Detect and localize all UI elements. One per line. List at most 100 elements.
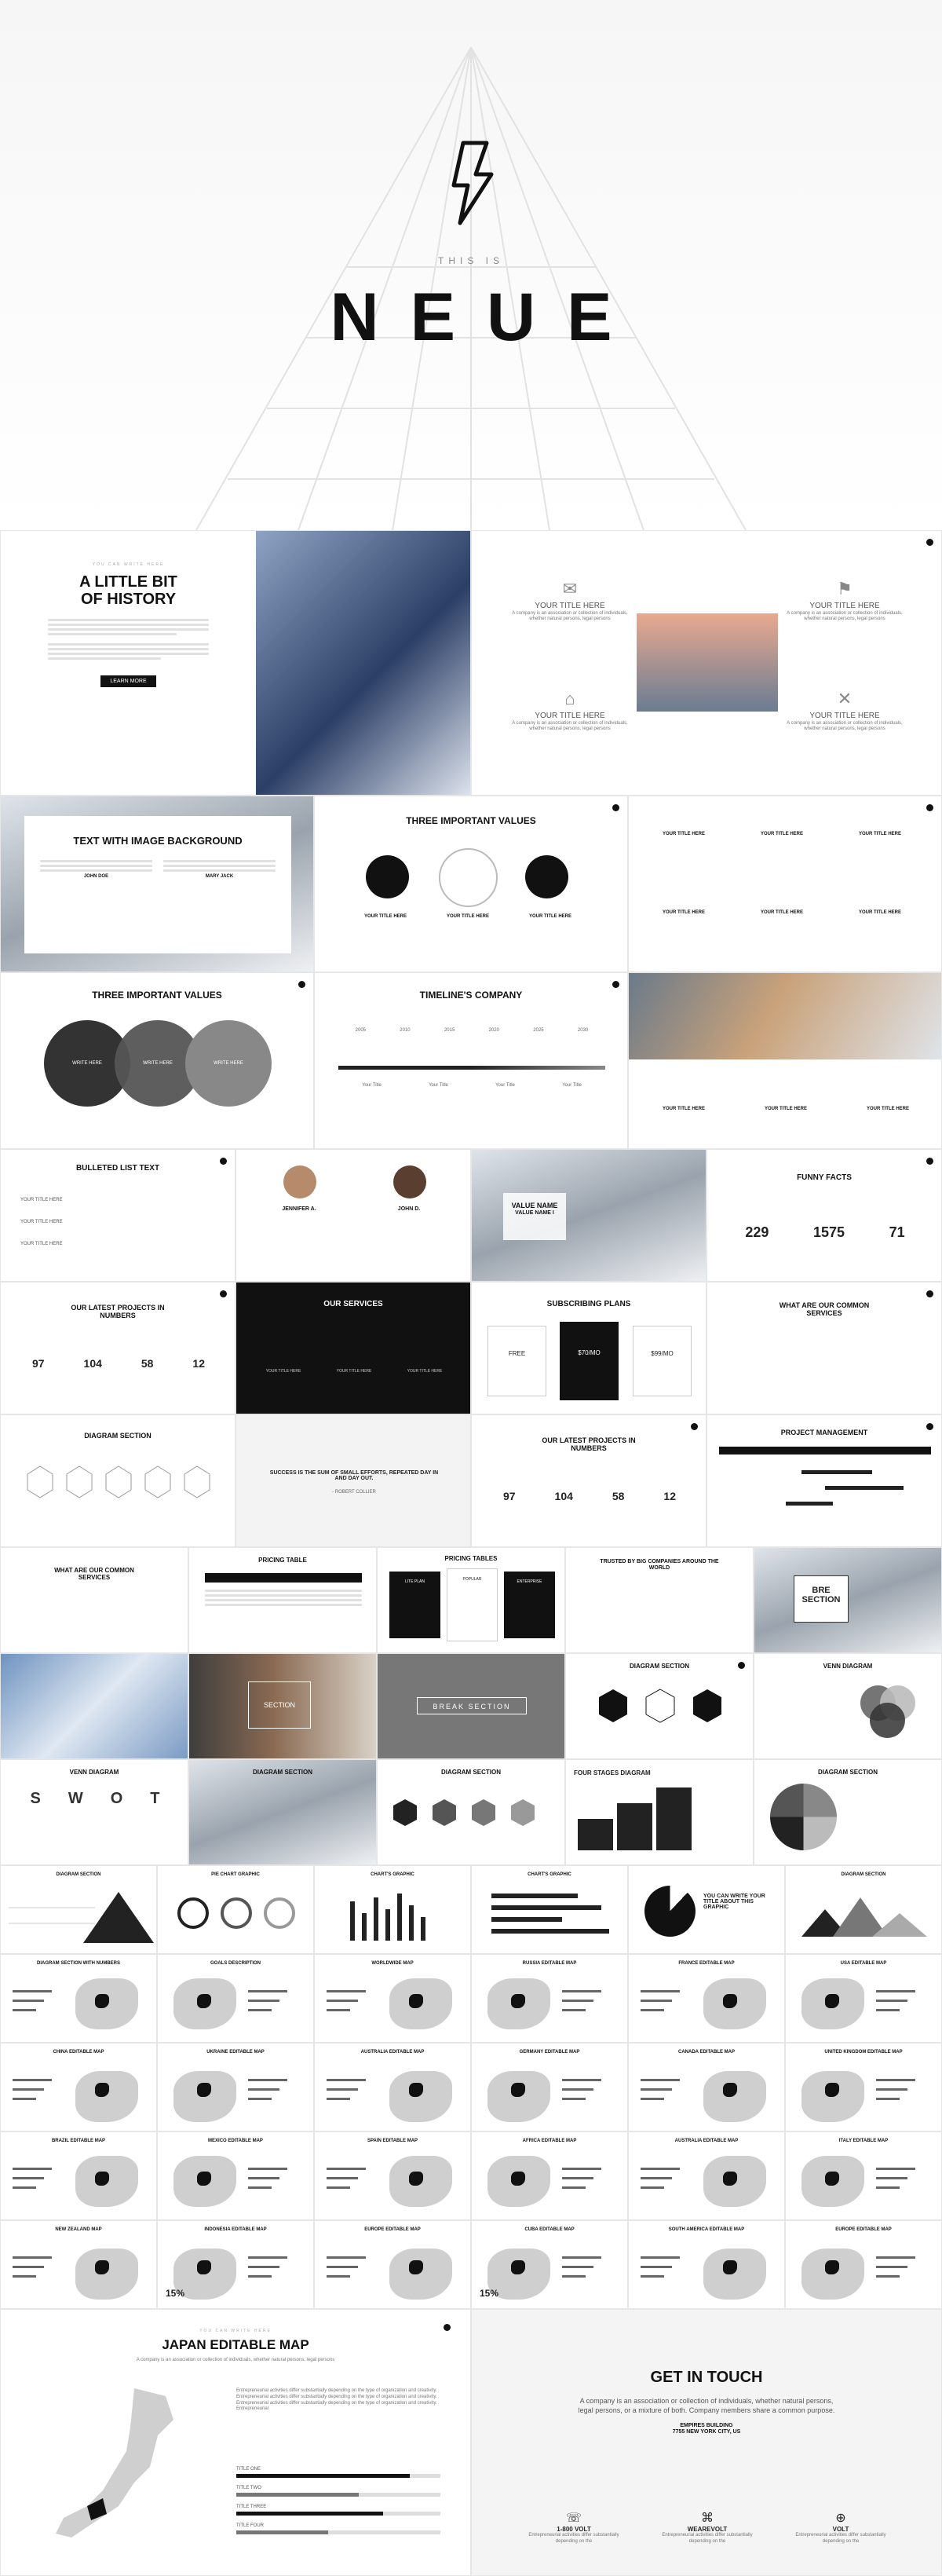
project-mgmt-title: PROJECT MANAGEMENT [780, 1429, 868, 1436]
map-highlight [95, 1994, 109, 2008]
map-legend-bar [562, 2186, 586, 2189]
map-legend-bar [562, 2177, 593, 2179]
map-legend-bar [248, 1990, 287, 1992]
body-3: A company is an association or collectio… [787, 610, 903, 622]
value-name: VALUE NAME [511, 1202, 558, 1209]
diagram-pie-slide: DIAGRAM SECTION [754, 1759, 942, 1865]
japan-bar-track [236, 2530, 440, 2534]
map-legend-bar [13, 2266, 44, 2268]
swot-w: W [68, 1790, 83, 1807]
three-values-slide: THREE IMPORTANT VALUES YOUR TITLE HERE Y… [314, 796, 628, 972]
number-4: 12 [192, 1357, 205, 1370]
map-legend-bar [641, 2266, 672, 2268]
chart-title-1: DIAGRAM SECTION [56, 1872, 101, 1877]
fact-1: 229 [745, 1224, 769, 1240]
projects-numbers-slide-2: OUR LATEST PROJECTS IN NUMBERS 97 104 58 12 [471, 1414, 706, 1547]
map-title: AUSTRALIA EDITABLE MAP [674, 2139, 739, 2143]
map-legend-bar [13, 2177, 44, 2179]
map-legend-bar [876, 2009, 900, 2011]
plans-title: SUBSCRIBING PLANS [546, 1300, 631, 1308]
japan-bar-label: TITLE FOUR [236, 2523, 265, 2528]
quote-slide: SUCCESS IS THE SUM OF SMALL EFFORTS, REP… [236, 1414, 471, 1547]
map-title: UKRAINE EDITABLE MAP [206, 2050, 265, 2055]
projects-title-2: OUR LATEST PROJECTS IN NUMBERS [542, 1436, 636, 1452]
map-slide: SOUTH AMERICA EDITABLE MAP [628, 2220, 785, 2309]
map-legend-bar [248, 2186, 272, 2189]
grid-label-1: YOUR TITLE HERE [662, 832, 705, 836]
map-legend-bar [641, 2177, 672, 2179]
tools-icon: ✕ [837, 689, 853, 708]
title-1: YOUR TITLE HERE [535, 601, 605, 610]
map-legend-bar [13, 2275, 36, 2278]
map-title: WORLDWIDE MAP [371, 1961, 414, 1966]
chart-slide-6: DIAGRAM SECTION [785, 1865, 942, 1954]
japan-bar-fill [236, 2493, 359, 2497]
services-title: OUR SERVICES [323, 1300, 383, 1308]
learn-more-button[interactable]: LEARN MORE [100, 675, 156, 687]
japan-bar-track [236, 2493, 440, 2497]
trusted-slide: TRUSTED BY BIG COMPANIES AROUND THE WORL… [565, 1547, 754, 1653]
timeline-item: Your Title [362, 1083, 382, 1088]
map-legend-bar [876, 2256, 915, 2259]
photo-titles-slide: YOUR TITLE HERE YOUR TITLE HERE YOUR TIT… [628, 972, 942, 1149]
map-shape [389, 2071, 452, 2122]
map-legend-bar [13, 2088, 44, 2091]
map-legend-bar [327, 2000, 358, 2002]
services-slide: OUR SERVICES YOUR TITLE HERE YOUR TITLE H… [236, 1282, 471, 1414]
contact-body: A company is an association or collectio… [578, 2397, 835, 2414]
four-stages-slide: FOUR STAGES DIAGRAM [565, 1759, 754, 1865]
chart-title-3: CHART'S GRAPHIC [371, 1872, 414, 1877]
map-title: AUSTRALIA EDITABLE MAP [360, 2050, 425, 2055]
map-legend-bar [562, 2088, 593, 2091]
project-mgmt-slide: PROJECT MANAGEMENT [706, 1414, 942, 1547]
bullet-1: YOUR TITLE HERE [20, 1198, 63, 1202]
plan-mid: $70/MO [560, 1322, 619, 1400]
map-title: SOUTH AMERICA EDITABLE MAP [668, 2227, 745, 2232]
map-legend-bar [562, 2079, 601, 2081]
map-legend-bar [248, 2000, 279, 2002]
map-title: FRANCE EDITABLE MAP [678, 1961, 735, 1966]
map-slide: EUROPE EDITABLE MAP [314, 2220, 471, 2309]
map-slide: UNITED KINGDOM EDITABLE MAP [785, 2043, 942, 2131]
japan-subtitle: A company is an association or collectio… [136, 2357, 335, 2362]
japan-map [56, 2388, 173, 2538]
map-legend-bar [562, 2098, 586, 2100]
japan-bar-label: TITLE THREE [236, 2505, 267, 2509]
map-legend-bar [876, 2275, 900, 2278]
pricing-col-2: POPULAR [447, 1568, 498, 1641]
hero-kicker: THIS IS [437, 255, 504, 266]
building-photo [256, 531, 470, 795]
value-label-2: YOUR TITLE HERE [446, 914, 489, 919]
trusted-title: TRUSTED BY BIG COMPANIES AROUND THE WORL… [600, 1559, 719, 1571]
hero-slide: THIS IS NEUE [0, 0, 942, 530]
map-slide: NEW ZEALAND MAP [0, 2220, 157, 2309]
map-legend-bar [876, 2000, 907, 2002]
camera-icon: ⌂ [564, 689, 575, 708]
title-4: YOUR TITLE HERE [809, 711, 880, 720]
value-label-3: YOUR TITLE HERE [528, 914, 571, 919]
scaffold-photo [637, 613, 778, 712]
plan-free: FREE [487, 1326, 546, 1396]
map-highlight [95, 2260, 109, 2274]
map-legend-bar [876, 2168, 915, 2170]
web-icon: ⌘ [701, 2512, 714, 2525]
text-bg-slide: TEXT WITH IMAGE BACKGROUND JOHN DOE MARY … [0, 796, 314, 972]
circle-label-3: WRITE HERE [214, 1061, 243, 1066]
pricing-title-2: PRICING TABLES [444, 1555, 498, 1562]
map-legend-bar [248, 2009, 272, 2011]
map-legend-bar [876, 2266, 907, 2268]
map-slide: DIAGRAM SECTION WITH NUMBERS [0, 1954, 157, 2043]
map-highlight [197, 1994, 211, 2008]
diagram-hex-slide: DIAGRAM SECTION [0, 1414, 236, 1547]
three-values-title-2: THREE IMPORTANT VALUES [92, 990, 222, 1001]
map-legend-bar [641, 2079, 680, 2081]
map-shape [389, 2249, 452, 2300]
diagram-title-3: DIAGRAM SECTION [253, 1769, 312, 1776]
map-legend-bar [13, 2168, 52, 2170]
swot-o: O [110, 1790, 123, 1807]
japan-bar-fill [236, 2530, 328, 2534]
map-highlight [95, 2083, 109, 2097]
person-1: JENNIFER A. [282, 1206, 316, 1212]
pricing-col-1: LITE PLAN [389, 1572, 440, 1638]
photo-label-2: YOUR TITLE HERE [764, 1107, 807, 1111]
